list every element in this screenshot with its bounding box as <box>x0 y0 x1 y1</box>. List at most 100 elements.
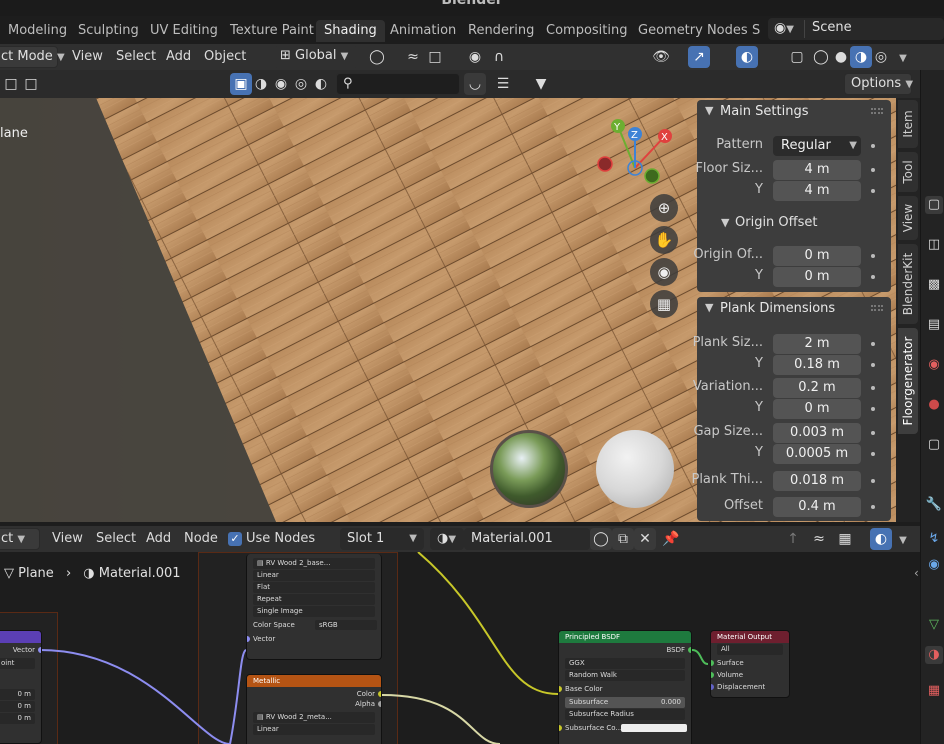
keyframe-dot[interactable] <box>871 479 875 483</box>
extension-dropdown[interactable]: Repeat <box>253 594 375 605</box>
grip-icon[interactable] <box>871 305 883 311</box>
keyframe-dot[interactable] <box>871 168 875 172</box>
interpolation-dropdown[interactable]: Linear <box>253 570 375 581</box>
principled-node-header[interactable]: Principled BSDF <box>559 631 691 643</box>
material-browse-icon[interactable]: ◑▼ <box>430 528 464 550</box>
plank-size-y-field[interactable]: 0.18 m <box>773 355 861 375</box>
physics-icon[interactable]: ◉ <box>925 556 943 574</box>
output-node-header[interactable]: Material Output <box>711 631 789 643</box>
grip-icon[interactable] <box>871 108 883 114</box>
slot-dropdown[interactable]: Slot 1 ▼ <box>340 528 424 550</box>
subsurface-method-dropdown[interactable]: Random Walk <box>565 670 685 681</box>
menu-view[interactable]: View <box>68 46 107 68</box>
base-color-socket[interactable] <box>559 686 562 692</box>
location-z-field[interactable]: 0 m <box>0 713 35 724</box>
collapse-icon[interactable]: ▼ <box>721 216 729 229</box>
subsurface-color-swatch[interactable] <box>621 724 687 732</box>
principled-bsdf-node[interactable]: Principled BSDF BSDF GGX Random Walk Bas… <box>558 630 692 744</box>
material-name-field[interactable]: Material.001 <box>464 528 590 550</box>
tab-scripting[interactable]: S <box>744 20 768 42</box>
node-editor-canvas[interactable]: ▽ Plane › ◑ Material.001 ‹ Vector oint 0… <box>0 552 920 744</box>
surface-socket[interactable] <box>711 660 714 666</box>
filter-globe-icon[interactable]: ◎ <box>290 73 312 95</box>
tab-texture-paint[interactable]: Texture Paint <box>222 20 322 42</box>
mode-dropdown[interactable]: ct Mode ▼ <box>0 46 65 68</box>
tab-geometry-nodes[interactable]: Geometry Nodes <box>630 20 756 42</box>
variation-x-field[interactable]: 0.2 m <box>773 378 861 398</box>
search-input[interactable]: ⚲ <box>336 73 460 95</box>
origin-offset-subheader[interactable]: Origin Offset <box>735 215 817 230</box>
snap-icon[interactable]: ≈ <box>402 46 424 68</box>
world-icon[interactable]: ● <box>925 396 943 414</box>
gizmo-toggle-icon[interactable]: ↗ <box>688 46 710 68</box>
snap-target-icon[interactable]: □ <box>424 46 446 68</box>
node-snap-icon[interactable]: ≈ <box>808 528 830 550</box>
projection-dropdown[interactable]: Flat <box>253 582 375 593</box>
material-preview-icon[interactable]: ◑ <box>850 46 872 68</box>
keyframe-dot[interactable] <box>871 342 875 346</box>
particles-icon[interactable]: ↯ <box>925 530 943 548</box>
keyframe-dot[interactable] <box>871 144 875 148</box>
node-menu-add[interactable]: Add <box>142 528 175 550</box>
metallic-image-selector[interactable]: ▤ RV Wood 2_meta... <box>253 712 375 723</box>
tab-animation[interactable]: Animation <box>382 20 464 42</box>
node-menu-node[interactable]: Node <box>180 528 222 550</box>
perspective-grid-icon[interactable]: ▦ <box>650 290 678 318</box>
fake-user-shield-icon[interactable]: ◯ <box>590 528 612 550</box>
modifier-wrench-icon[interactable]: 🔧 <box>925 496 943 514</box>
scene-selector[interactable]: ◉▼ Scene <box>768 18 944 40</box>
subsurface-radius-dropdown[interactable]: Subsurface Radius <box>565 709 685 720</box>
origin-offset-y-field[interactable]: 0 m <box>773 267 861 287</box>
keyframe-dot[interactable] <box>871 386 875 390</box>
editor-mode-dropdown[interactable]: ct ▼ <box>0 528 40 550</box>
tab-uv-editing[interactable]: UV Editing <box>142 20 226 42</box>
type-dropdown[interactable]: oint <box>0 658 35 669</box>
texture-properties-icon[interactable]: ▦ <box>925 682 943 700</box>
plank-thickness-field[interactable]: 0.018 m <box>773 471 861 491</box>
overlay-toggle-icon[interactable]: ◐ <box>736 46 758 68</box>
tab-view[interactable]: View <box>898 196 918 240</box>
keyframe-dot[interactable] <box>871 452 875 456</box>
xray-icon[interactable]: ▢ <box>786 46 808 68</box>
volume-socket[interactable] <box>711 672 714 678</box>
scene-properties-icon[interactable]: ◉ <box>925 356 943 374</box>
snap-mode-icon[interactable]: ▦ <box>834 528 856 550</box>
navigation-gizmo[interactable]: X Y Z <box>590 114 680 190</box>
floor-size-y-field[interactable]: 4 m <box>773 181 861 201</box>
camera-icon[interactable]: ◉ <box>650 258 678 286</box>
solid-shading-icon[interactable]: ● <box>830 46 852 68</box>
duplicate-material-icon[interactable]: ⧉ <box>612 528 634 550</box>
select-box-icon[interactable]: □ <box>0 73 22 95</box>
pattern-dropdown[interactable]: Regular ▼ <box>773 136 861 156</box>
tab-floorgenerator[interactable]: Floorgenerator <box>898 328 918 434</box>
main-settings-header[interactable]: ▼ Main Settings <box>697 100 891 126</box>
select-extend-icon[interactable]: □ <box>20 73 42 95</box>
tab-shading[interactable]: Shading <box>316 20 385 42</box>
wireframe-shading-icon[interactable]: ◯ <box>810 46 832 68</box>
menu-add[interactable]: Add <box>162 46 195 68</box>
image-texture-node[interactable]: ▤ RV Wood 2_base... Linear Flat Repeat S… <box>246 554 382 660</box>
options-dropdown[interactable]: Options ▼ <box>844 73 913 95</box>
material-properties-icon[interactable]: ◑ <box>925 646 943 664</box>
node-menu-select[interactable]: Select <box>92 528 140 550</box>
alpha-output-socket[interactable] <box>378 701 381 707</box>
target-dropdown[interactable]: All <box>717 644 783 655</box>
zoom-icon[interactable]: ⊕ <box>650 194 678 222</box>
metallic-interpolation-dropdown[interactable]: Linear <box>253 724 375 735</box>
pin-icon[interactable]: 📌 <box>660 528 682 550</box>
filter-world-icon[interactable]: ◉ <box>270 73 292 95</box>
keyframe-dot[interactable] <box>871 431 875 435</box>
sort-icon[interactable]: ☰ <box>492 73 514 95</box>
mapping-node[interactable]: Vector oint 0 m 0 m 0 m <box>0 630 42 744</box>
filter-sphere-icon[interactable]: ◐ <box>310 73 332 95</box>
plank-dimensions-header[interactable]: ▼ Plank Dimensions <box>697 297 891 323</box>
source-dropdown[interactable]: Single Image <box>253 606 375 617</box>
view-layer-icon[interactable]: ▤ <box>925 316 943 334</box>
node-menu-view[interactable]: View <box>48 528 87 550</box>
variation-y-field[interactable]: 0 m <box>773 399 861 419</box>
transform-orientation-dropdown[interactable]: ⊞ Global ▼ <box>274 46 358 68</box>
overlay-options-icon[interactable]: ▼ <box>892 528 914 550</box>
proportional-edit-icon[interactable]: ◉ <box>464 46 486 68</box>
shading-options-icon[interactable]: ▼ <box>892 46 914 68</box>
vector-input-socket[interactable] <box>247 636 250 642</box>
